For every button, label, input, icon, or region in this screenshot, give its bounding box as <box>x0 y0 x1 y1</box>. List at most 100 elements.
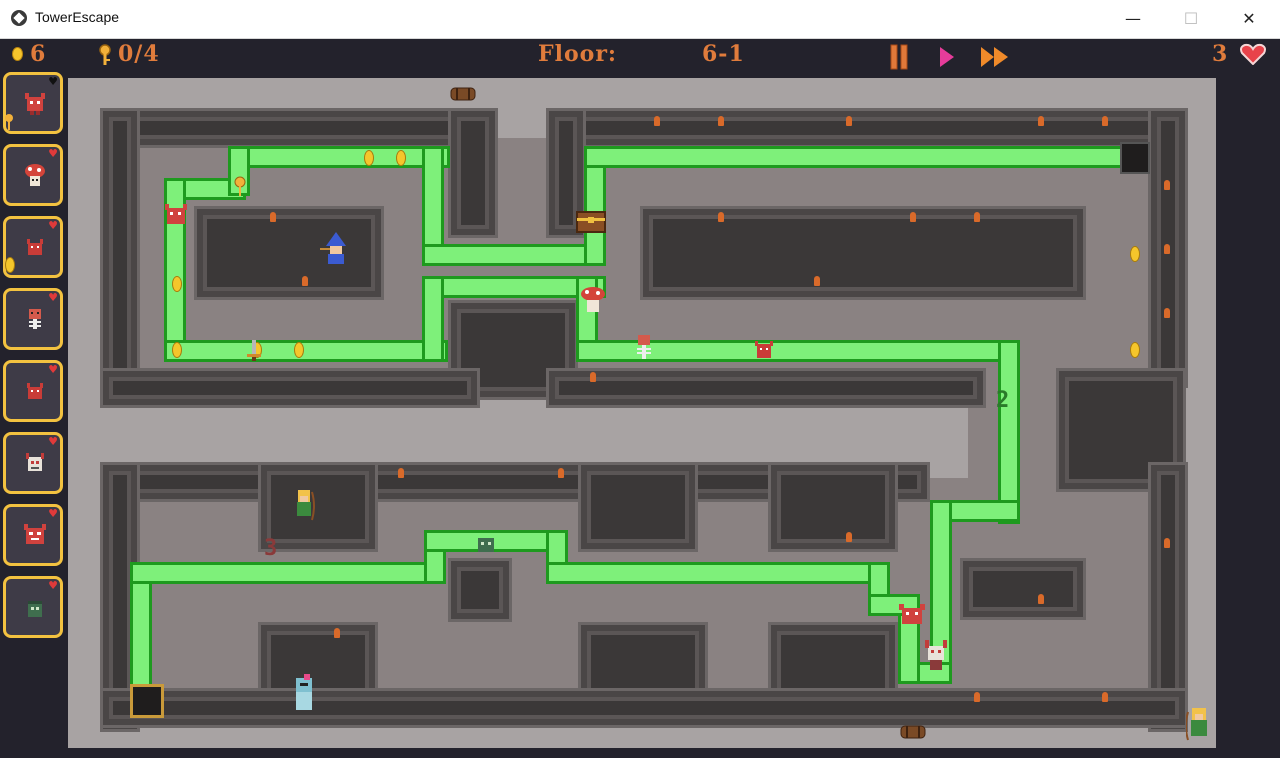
torch <box>1038 116 1044 126</box>
roster-card-3[interactable]: ♥ <box>3 216 63 278</box>
wall <box>448 108 498 238</box>
sword-icon <box>247 340 261 361</box>
path-number-marker: 2 <box>996 388 1010 413</box>
heart-icon: ♥ <box>48 507 58 520</box>
coin <box>1130 342 1140 358</box>
path-segment <box>228 146 450 168</box>
coin <box>172 342 182 358</box>
torch <box>1102 692 1108 702</box>
torch <box>974 692 980 702</box>
horned-skull-icon <box>925 640 947 670</box>
key-count: 0/4 <box>118 41 160 67</box>
horned-skull-icon <box>26 453 44 471</box>
wall <box>546 108 1186 148</box>
torch <box>910 212 916 222</box>
red-imp-icon <box>24 524 46 544</box>
red-imp-icon <box>27 239 43 255</box>
knight-icon <box>296 674 312 710</box>
maximize-button[interactable]: ☐ <box>1162 0 1220 38</box>
game-hud: 6 0/4 Floor: 6-1 3 <box>0 38 1280 72</box>
floor-label: Floor: <box>538 41 618 67</box>
heart-icon: ♥ <box>48 579 58 592</box>
red-imp-icon <box>25 93 45 115</box>
elf-archer-icon <box>297 490 315 521</box>
coin-count: 6 <box>30 41 47 67</box>
mushroom-icon <box>581 287 605 312</box>
green-zombie-icon <box>28 601 42 617</box>
green-zombie-icon <box>478 538 494 552</box>
torch <box>1102 116 1108 126</box>
wizard-icon <box>320 232 346 264</box>
mushroom-icon <box>25 164 45 186</box>
minimize-button[interactable]: — <box>1104 0 1162 38</box>
treasure-chest-icon[interactable] <box>576 208 606 234</box>
torch <box>718 116 724 126</box>
roster-card-7[interactable]: ♥ <box>3 504 63 566</box>
wall <box>960 558 1086 620</box>
game-map[interactable]: 2 3 <box>68 78 1216 748</box>
path-segment <box>422 244 606 266</box>
torch <box>334 628 340 638</box>
torch <box>718 212 724 222</box>
wall <box>448 558 512 622</box>
key-icon <box>99 44 111 65</box>
skeleton-icon <box>637 335 651 359</box>
torch <box>558 468 564 478</box>
exit-door[interactable] <box>1120 142 1150 174</box>
torch <box>1164 244 1170 254</box>
right-margin <box>1216 78 1280 758</box>
coin <box>294 342 304 358</box>
coin-icon <box>5 257 15 273</box>
roster-card-4[interactable]: ♥ <box>3 288 63 350</box>
pause-icon[interactable] <box>890 44 908 70</box>
creature-roster: ♥ ♥ ♥ ♥ ♥ ♥ ♥ ♥ <box>0 70 68 758</box>
roster-card-8[interactable]: ♥ <box>3 576 63 638</box>
wall <box>546 368 986 408</box>
entry-door[interactable] <box>130 684 164 718</box>
fast-forward-icon[interactable] <box>980 45 1010 69</box>
path-segment <box>130 562 446 584</box>
torch <box>846 532 852 542</box>
close-button[interactable]: ✕ <box>1220 0 1278 38</box>
torch <box>590 372 596 382</box>
window-title: TowerEscape <box>35 9 120 25</box>
path-segment <box>998 340 1020 524</box>
red-imp-icon <box>899 604 925 624</box>
elf-archer-icon <box>1186 708 1207 741</box>
barrel-icon <box>900 725 926 739</box>
wall <box>768 462 898 552</box>
roster-card-1[interactable]: ♥ <box>3 72 63 134</box>
torch <box>1164 538 1170 548</box>
play-icon[interactable] <box>938 45 956 69</box>
wall <box>194 206 384 300</box>
roster-card-2[interactable]: ♥ <box>3 144 63 206</box>
coin <box>172 276 182 292</box>
path-number-marker: 3 <box>264 536 278 561</box>
path-segment <box>584 146 1124 168</box>
coin-icon <box>12 47 23 61</box>
torch <box>654 116 660 126</box>
wall <box>578 462 698 552</box>
path-segment <box>422 276 444 362</box>
torch <box>846 116 852 126</box>
torch <box>974 212 980 222</box>
floor-value: 6-1 <box>702 41 745 67</box>
heart-icon: ♥ <box>48 147 58 160</box>
coin <box>364 150 374 166</box>
window-titlebar: TowerEscape — ☐ ✕ <box>0 0 1280 39</box>
heart-icon: ♥ <box>48 219 58 232</box>
red-imp-icon <box>165 204 187 224</box>
heart-icon: ♥ <box>48 435 58 448</box>
roster-card-6[interactable]: ♥ <box>3 432 63 494</box>
path-segment <box>164 340 448 362</box>
wall <box>100 108 480 148</box>
torch <box>270 212 276 222</box>
roster-card-5[interactable]: ♥ <box>3 360 63 422</box>
app-icon <box>11 10 27 26</box>
path-segment <box>546 562 890 584</box>
wall <box>100 108 140 398</box>
wall <box>100 368 480 408</box>
torch <box>398 468 404 478</box>
heart-icon: ♥ <box>48 291 58 304</box>
torch <box>814 276 820 286</box>
